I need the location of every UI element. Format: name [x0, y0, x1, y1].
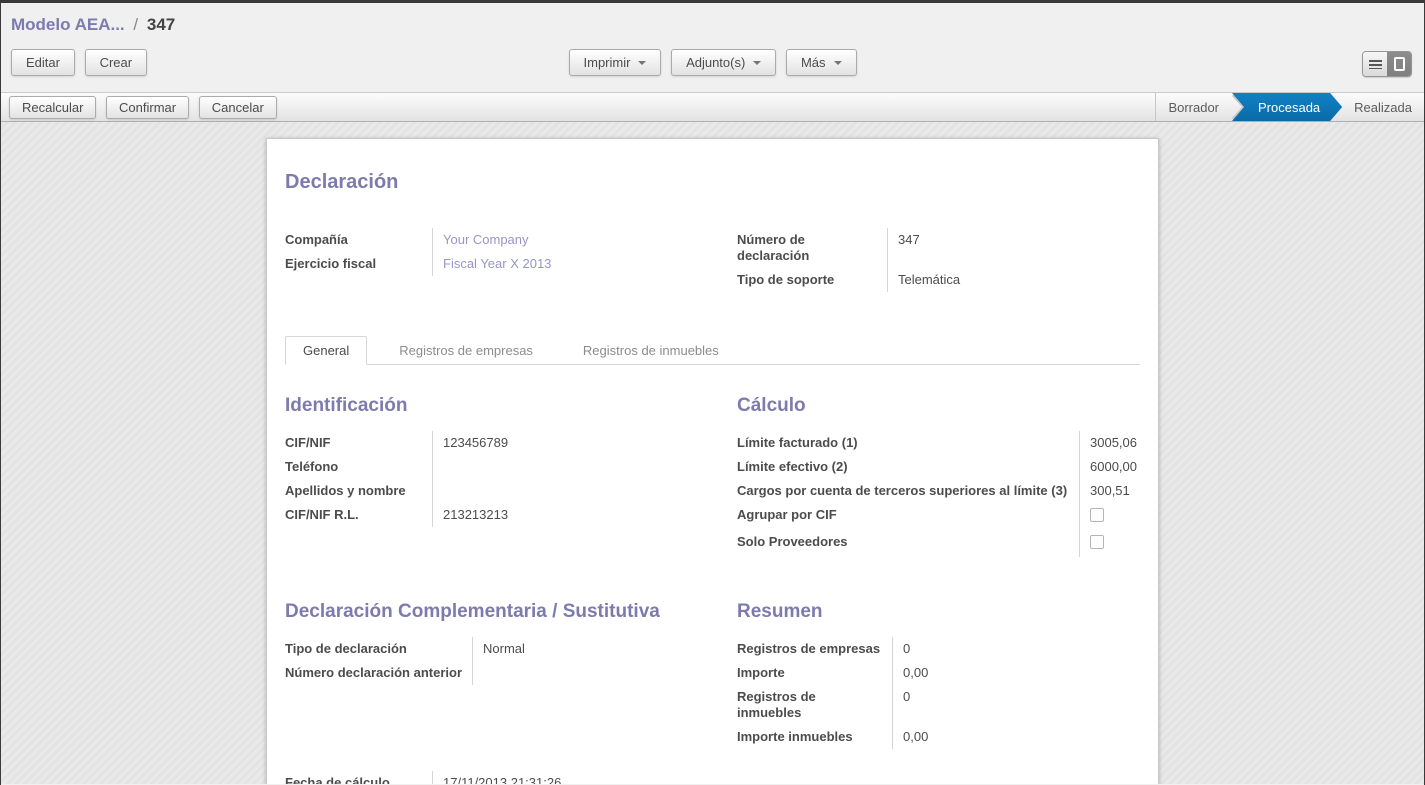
field-label-fecha-calculo: Fecha de cálculo: [285, 771, 432, 784]
breadcrumb: Modelo AEA... / 347: [11, 15, 1412, 35]
section-calculo: Cálculo Límite facturado (1) 3005,06 Lím…: [737, 365, 1159, 557]
section-title-identificacion: Identificación: [285, 395, 737, 417]
field-value-limite-efectivo: 6000,00: [1079, 455, 1141, 479]
field-label-limite-efectivo: Límite efectivo (2): [737, 455, 1079, 479]
field-value-tipo-soporte: Telemática: [887, 268, 1122, 292]
field-label-registros-empresas: Registros de empresas: [737, 637, 892, 661]
cancel-button[interactable]: Cancelar: [199, 96, 277, 119]
field-label-numero-declaracion-anterior: Número declaración anterior: [285, 661, 472, 685]
field-label-solo-proveedores: Solo Proveedores: [737, 530, 1079, 557]
field-label-ejercicio-fiscal: Ejercicio fiscal: [285, 252, 432, 276]
section-identificacion: Identificación CIF/NIF 123456789 Teléfon…: [285, 365, 737, 527]
header-fields-right: Número de declaración 347 Tipo de soport…: [737, 228, 1140, 292]
field-value-tipo-declaracion: Normal: [472, 637, 707, 661]
status-step-borrador[interactable]: Borrador: [1156, 93, 1231, 121]
breadcrumb-separator: /: [129, 15, 142, 34]
edit-button[interactable]: Editar: [11, 49, 75, 76]
breadcrumb-current: 347: [147, 15, 175, 34]
field-label-compania: Compañía: [285, 228, 432, 252]
section-resumen: Resumen Registros de empresas 0 Importe …: [737, 571, 1140, 749]
more-label: Más: [801, 55, 826, 70]
solo-proveedores-checkbox[interactable]: [1090, 535, 1104, 549]
chevron-down-icon: [638, 61, 646, 65]
field-value-cif-nif: 123456789: [432, 431, 707, 455]
field-label-importe-inmuebles: Importe inmuebles: [737, 725, 892, 749]
field-value-importe-inmuebles: 0,00: [892, 725, 1122, 749]
status-step-realizada[interactable]: Realizada: [1342, 93, 1424, 121]
field-value-ejercicio-fiscal[interactable]: Fiscal Year X 2013: [432, 252, 707, 276]
status-step-procesada[interactable]: Procesada: [1232, 93, 1342, 121]
section-row-1: Identificación CIF/NIF 123456789 Teléfon…: [285, 365, 1140, 557]
section-title-calculo: Cálculo: [737, 395, 1159, 417]
field-value-telefono: [432, 455, 707, 479]
header-fields: Compañía Your Company Ejercicio fiscal F…: [285, 228, 1140, 292]
attachments-label: Adjunto(s): [686, 55, 745, 70]
field-label-numero-declaracion: Número de declaración: [737, 228, 887, 268]
tab-registros-inmuebles[interactable]: Registros de inmuebles: [565, 336, 737, 365]
workflow-buttons: Recalcular Confirmar Cancelar: [9, 96, 277, 119]
action-toolbar: Editar Crear Imprimir Adjunto(s) Más: [1, 43, 1424, 92]
status-bar: Borrador Procesada Realizada: [1155, 93, 1424, 121]
field-label-tipo-declaracion: Tipo de declaración: [285, 637, 472, 661]
form-icon: [1394, 57, 1405, 71]
print-label: Imprimir: [584, 55, 631, 70]
section-title-resumen: Resumen: [737, 601, 1140, 623]
create-button[interactable]: Crear: [85, 49, 148, 76]
field-label-cargos-terceros: Cargos por cuenta de terceros superiores…: [737, 479, 1079, 503]
field-label-apellidos-nombre: Apellidos y nombre: [285, 479, 432, 503]
page-title: Declaración: [285, 171, 1140, 194]
field-label-cif-nif-rl: CIF/NIF R.L.: [285, 503, 432, 527]
section-complementaria: Declaración Complementaria / Sustitutiva…: [285, 571, 737, 685]
field-value-numero-declaracion: 347: [887, 228, 1122, 268]
app-window: Modelo AEA... / 347 Editar Crear Imprimi…: [0, 0, 1425, 785]
section-row-2: Declaración Complementaria / Sustitutiva…: [285, 571, 1140, 749]
header-fields-left: Compañía Your Company Ejercicio fiscal F…: [285, 228, 737, 276]
breadcrumb-parent-link[interactable]: Modelo AEA...: [11, 15, 125, 34]
chevron-down-icon: [753, 61, 761, 65]
field-value-compania[interactable]: Your Company: [432, 228, 707, 252]
field-label-telefono: Teléfono: [285, 455, 432, 479]
field-value-registros-empresas: 0: [892, 637, 1122, 661]
field-label-registros-inmuebles: Registros de inmuebles: [737, 685, 892, 725]
list-view-button[interactable]: [1363, 52, 1387, 76]
print-dropdown-button[interactable]: Imprimir: [569, 49, 662, 76]
notebook-tabs: General Registros de empresas Registros …: [285, 336, 1140, 365]
field-label-limite-facturado: Límite facturado (1): [737, 431, 1079, 455]
breadcrumb-bar: Modelo AEA... / 347: [1, 3, 1424, 43]
view-switcher: [1362, 51, 1412, 77]
field-value-limite-facturado: 3005,06: [1079, 431, 1141, 455]
form-sheet: Declaración Compañía Your Company Ejerci…: [266, 138, 1159, 784]
field-label-cif-nif: CIF/NIF: [285, 431, 432, 455]
agrupar-por-cif-checkbox[interactable]: [1090, 508, 1104, 522]
field-value-registros-inmuebles: 0: [892, 685, 1122, 725]
tab-general[interactable]: General: [285, 336, 367, 365]
section-title-complementaria: Declaración Complementaria / Sustitutiva: [285, 601, 737, 623]
form-toolbar: Recalcular Confirmar Cancelar Borrador P…: [1, 92, 1424, 122]
tab-registros-empresas[interactable]: Registros de empresas: [381, 336, 551, 365]
document-actions-group: Imprimir Adjunto(s) Más: [569, 49, 857, 76]
field-value-importe: 0,00: [892, 661, 1122, 685]
content-area: Declaración Compañía Your Company Ejerci…: [1, 122, 1424, 784]
field-value-cargos-terceros: 300,51: [1079, 479, 1141, 503]
field-label-agrupar-por-cif: Agrupar por CIF: [737, 503, 1079, 530]
field-label-importe: Importe: [737, 661, 892, 685]
field-label-tipo-soporte: Tipo de soporte: [737, 268, 887, 292]
field-value-numero-declaracion-anterior: [472, 661, 707, 685]
fecha-calculo-row: Fecha de cálculo 17/11/2013 21:31:26: [285, 771, 737, 784]
recalculate-button[interactable]: Recalcular: [9, 96, 96, 119]
field-value-apellidos-nombre: [432, 479, 707, 503]
chevron-down-icon: [834, 61, 842, 65]
list-icon: [1369, 60, 1382, 69]
attachments-dropdown-button[interactable]: Adjunto(s): [671, 49, 776, 76]
field-value-fecha-calculo: 17/11/2013 21:31:26: [432, 771, 707, 784]
confirm-button[interactable]: Confirmar: [106, 96, 189, 119]
field-value-cif-nif-rl: 213213213: [432, 503, 707, 527]
more-dropdown-button[interactable]: Más: [786, 49, 857, 76]
form-view-button[interactable]: [1387, 52, 1411, 76]
